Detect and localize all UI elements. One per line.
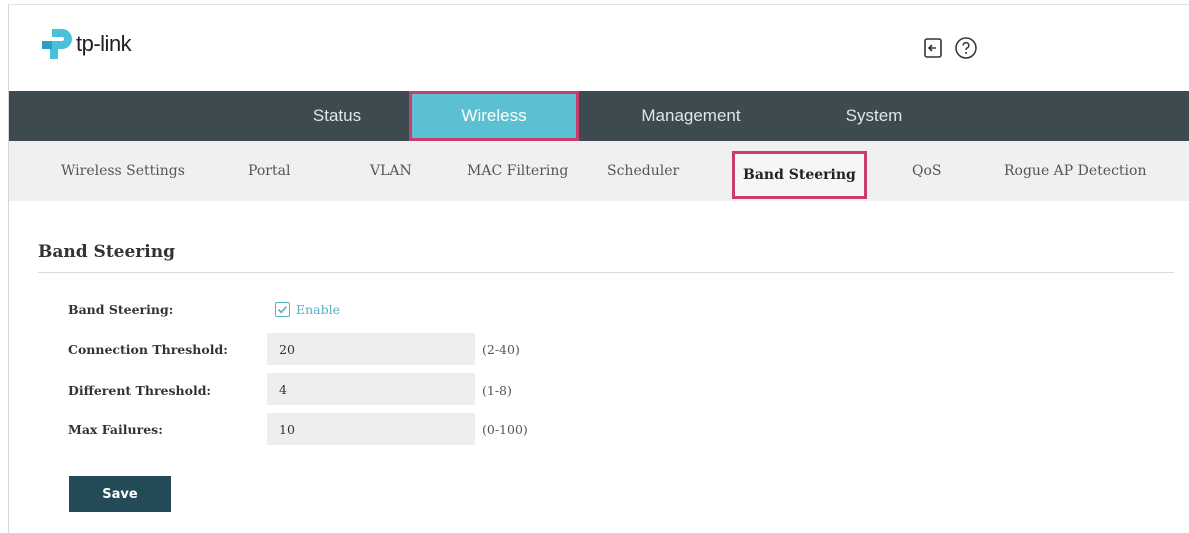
app-frame: tp-link Status Wireless Management Syste… [8, 4, 1189, 533]
save-button[interactable]: Save [69, 476, 171, 512]
sub-nav-vlan[interactable]: VLAN [370, 141, 412, 201]
sub-nav-scheduler[interactable]: Scheduler [607, 141, 679, 201]
help-icon[interactable] [954, 36, 978, 60]
brand-name: tp-link [76, 31, 132, 56]
main-nav: Status Wireless Management System [9, 91, 1189, 141]
different-threshold-input[interactable] [267, 373, 475, 405]
max-failures-label: Max Failures: [68, 422, 163, 437]
connection-threshold-input[interactable] [267, 333, 475, 365]
max-failures-input[interactable] [267, 413, 475, 445]
sub-nav-wireless-settings[interactable]: Wireless Settings [61, 141, 185, 201]
different-threshold-label: Different Threshold: [68, 383, 212, 398]
sub-nav-rogue-ap-detection[interactable]: Rogue AP Detection [1004, 141, 1146, 201]
main-nav-system[interactable]: System [799, 91, 949, 141]
check-icon [277, 305, 288, 313]
connection-threshold-range: (2-40) [482, 342, 520, 357]
main-nav-wireless[interactable]: Wireless [409, 91, 579, 141]
sub-nav-qos[interactable]: QoS [912, 141, 942, 201]
sub-nav-band-steering[interactable]: Band Steering [732, 151, 867, 199]
tp-link-logo-icon [42, 29, 72, 59]
enable-label: Enable [296, 301, 341, 317]
enable-checkbox[interactable] [275, 301, 290, 317]
sub-nav-mac-filtering[interactable]: MAC Filtering [467, 141, 568, 201]
tp-link-logo: tp-link [42, 27, 182, 67]
different-threshold-range: (1-8) [482, 383, 512, 398]
band-steering-enable-toggle[interactable]: Enable [275, 300, 340, 318]
logout-icon[interactable] [921, 36, 945, 60]
main-nav-status[interactable]: Status [267, 91, 407, 141]
section-title: Band Steering [38, 242, 175, 262]
connection-threshold-label: Connection Threshold: [68, 342, 228, 357]
max-failures-range: (0-100) [482, 422, 528, 437]
section-divider [38, 272, 1174, 273]
header-bar: tp-link [9, 5, 1189, 91]
band-steering-label: Band Steering: [68, 302, 174, 317]
main-nav-management[interactable]: Management [591, 91, 791, 141]
sub-nav: Wireless Settings Portal VLAN MAC Filter… [9, 141, 1189, 201]
sub-nav-portal[interactable]: Portal [248, 141, 290, 201]
